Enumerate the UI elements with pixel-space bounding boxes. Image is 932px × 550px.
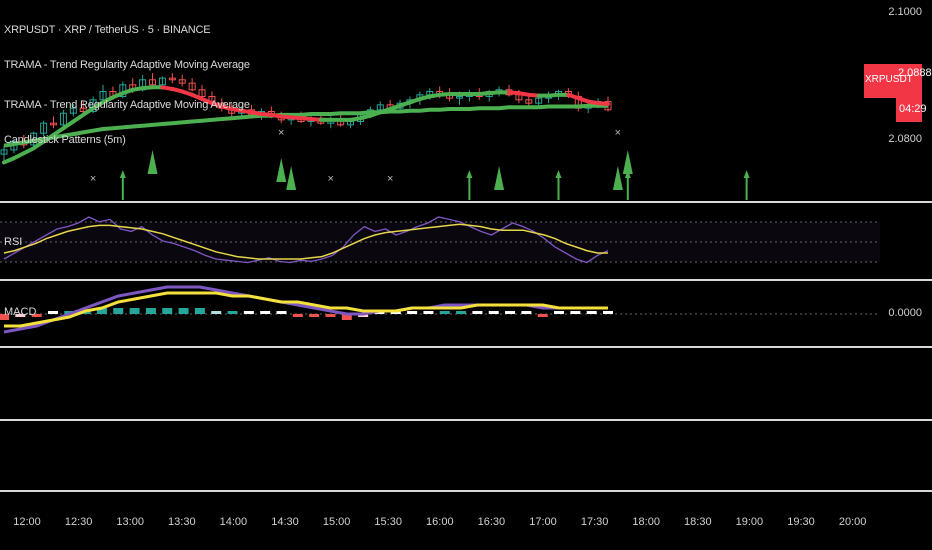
macd-histogram-bar: [292, 314, 303, 317]
time-tick-label: 17:00: [529, 516, 557, 528]
macd-histogram-bar: [47, 311, 58, 314]
time-tick-label: 13:30: [168, 516, 196, 528]
time-tick-label: 18:00: [632, 516, 660, 528]
price-axis-low: 2.0800: [888, 133, 922, 145]
macd-histogram-bar: [521, 311, 532, 314]
pattern-arrow-head: [119, 170, 126, 178]
macd-histogram-bar: [586, 311, 597, 314]
macd-histogram-bar: [129, 308, 140, 314]
pattern-cross-mark: ×: [328, 173, 334, 185]
macd-histogram-bar: [113, 308, 124, 314]
macd-histogram-bar: [162, 308, 173, 314]
price-tag-countdown: 04:29: [899, 103, 927, 115]
time-tick-label: 19:00: [735, 516, 764, 528]
time-tick-label: 14:30: [271, 516, 299, 528]
macd-histogram-bar: [570, 311, 581, 314]
time-tick-label: 16:30: [477, 516, 506, 528]
time-tick-label: 12:30: [64, 516, 93, 528]
time-tick-label: 15:00: [322, 516, 351, 528]
pattern-arrow-up: [276, 158, 287, 182]
rsi-pane-label[interactable]: RSI: [4, 236, 22, 248]
macd-histogram-bar: [407, 311, 418, 314]
price-axis-top: 2.1000: [888, 6, 922, 18]
macd-histogram-bar: [537, 314, 548, 317]
macd-histogram-bar: [439, 311, 450, 314]
macd-histogram-bar: [227, 311, 238, 314]
time-tick-label: 16:00: [426, 516, 454, 528]
macd-histogram-bar: [276, 311, 287, 314]
macd-histogram-bar: [178, 308, 189, 314]
pattern-arrow-up: [147, 150, 158, 174]
time-tick-label: 17:30: [580, 516, 609, 528]
pattern-cross-mark: ×: [387, 173, 393, 185]
macd-histogram-bar: [423, 311, 434, 314]
pattern-arrow-up: [494, 166, 505, 190]
pattern-cross-mark: ×: [278, 127, 284, 139]
pattern-markers: × × × × ×: [90, 127, 750, 200]
price-tag-price: 2.0888: [898, 67, 932, 79]
macd-histogram-bar: [488, 311, 499, 314]
macd-histogram-bar: [456, 311, 467, 314]
pattern-arrow-head: [466, 170, 473, 178]
macd-histogram-bar: [211, 311, 222, 314]
pattern-cross-mark: ×: [615, 127, 621, 139]
macd-histogram-bar: [194, 308, 205, 314]
pattern-arrow-head: [743, 170, 750, 178]
time-tick-label: 14:00: [219, 516, 248, 528]
macd-histogram-bar: [260, 311, 271, 314]
chart-canvas[interactable]: × × × × ×: [0, 0, 932, 550]
time-tick-label: 20:00: [838, 516, 867, 528]
macd-histogram-bar: [554, 311, 565, 314]
time-tick-label: 15:30: [374, 516, 402, 528]
pattern-cross-mark: ×: [90, 173, 96, 185]
time-tick-label: 13:00: [116, 516, 144, 528]
macd-histogram-bar: [243, 311, 254, 314]
indicator-legend-trama-2[interactable]: TRAMA - Trend Regularity Adaptive Moving…: [4, 99, 250, 111]
time-tick-label: 19:30: [787, 516, 815, 528]
pattern-arrow-up: [286, 166, 297, 190]
macd-histogram-bar: [505, 311, 516, 314]
time-tick-label: 18:30: [684, 516, 712, 528]
macd-pane-label[interactable]: MACD: [4, 306, 36, 318]
pattern-arrow-head: [555, 170, 562, 178]
trama-fast-segment: [596, 101, 610, 106]
macd-group: [0, 285, 613, 334]
time-tick-label: 12:00: [13, 516, 41, 528]
macd-histogram-bar: [145, 308, 156, 314]
indicator-legend-candlestick-patterns[interactable]: Candlestick Patterns (5m): [4, 134, 126, 146]
macd-axis-zero: 0.0000: [888, 307, 922, 319]
signal-line: [4, 291, 608, 328]
macd-histogram-bar: [472, 311, 483, 314]
symbol-title[interactable]: XRPUSDT · XRP / TetherUS · 5 · BINANCE: [4, 24, 211, 36]
macd-histogram-bar: [309, 314, 320, 317]
pattern-arrow-up: [612, 166, 623, 190]
macd-histogram-bar: [603, 311, 613, 314]
macd-histogram-bar: [325, 314, 336, 317]
indicator-legend-trama-1[interactable]: TRAMA - Trend Regularity Adaptive Moving…: [4, 59, 250, 71]
